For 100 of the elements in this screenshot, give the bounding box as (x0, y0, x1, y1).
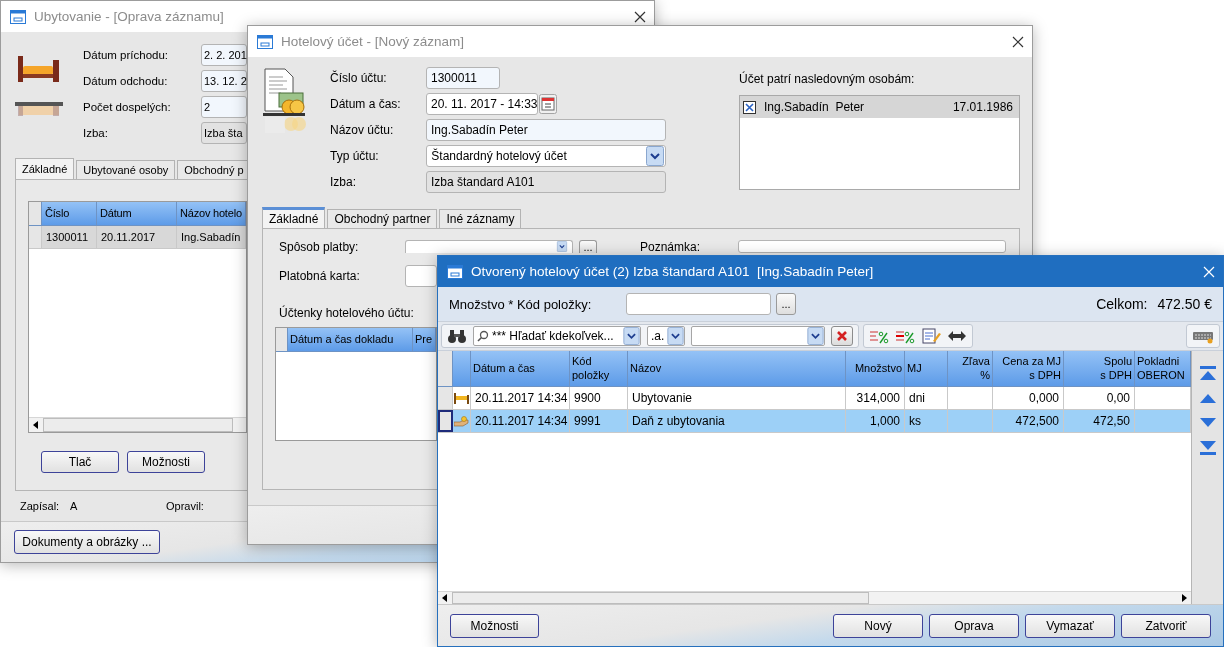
close-icon[interactable] (1012, 35, 1024, 48)
text-field[interactable]: Izba štandard A101 (426, 171, 666, 193)
button[interactable]: Oprava (929, 613, 1019, 638)
info-label: Opravil: (166, 500, 204, 512)
field-label: Číslo účtu: (330, 71, 388, 85)
tab[interactable]: Iné záznamy (439, 209, 522, 228)
field-label: Dátum a čas: (330, 97, 402, 111)
text-field[interactable] (405, 265, 437, 287)
dropdown[interactable]: *** Hľadať kdekoľvek... (473, 326, 641, 346)
table-row[interactable]: 1300011 20.11.2017 Ing.Sabadín (29, 226, 246, 249)
field-label: Izba: (83, 127, 109, 139)
hand-coin-icon (454, 415, 469, 427)
column-header[interactable]: Dátum a čas (471, 351, 570, 387)
right-arrow-icon[interactable] (1179, 593, 1189, 603)
table-cell: 0,00 (1064, 387, 1135, 409)
tab[interactable]: Základné (15, 158, 75, 179)
column-header[interactable]: Zľava % (948, 351, 993, 387)
window-icon (10, 9, 26, 24)
table-cell: ks (905, 410, 948, 432)
info-value: A (70, 500, 78, 512)
binoculars-icon[interactable] (447, 328, 467, 344)
column-header[interactable]: Množstvo (846, 351, 905, 387)
tab[interactable]: Obchodný partner (327, 209, 438, 228)
more-button[interactable]: ... (579, 240, 597, 253)
table-cell: 1300011 (42, 226, 97, 248)
text-field[interactable]: Ing.Sabadín Peter (426, 119, 666, 141)
horizontal-scrollbar[interactable] (438, 591, 1191, 604)
column-header[interactable]: Dátum (97, 202, 177, 226)
percent-remove-icon[interactable] (895, 328, 915, 344)
date-field[interactable]: 20. 11. 2017 - 14:33 (426, 93, 538, 115)
person-row[interactable]: Ing.Sabadín Peter 17.01.1986 (740, 96, 1019, 118)
search-field[interactable] (691, 326, 825, 346)
more-button[interactable]: ... (776, 293, 796, 315)
column-header[interactable]: Spolu s DPH (1064, 351, 1135, 387)
text-field[interactable]: 13. 12. 2 (201, 70, 247, 92)
text-field[interactable]: Izba šta (201, 122, 247, 144)
table-cell: dni (905, 387, 948, 409)
button[interactable]: Možnosti (450, 613, 539, 638)
edit-note-icon[interactable] (921, 328, 941, 344)
window-icon (257, 34, 273, 49)
tab[interactable]: Ubytované osoby (76, 160, 176, 179)
table-cell: Ing.Sabadín (177, 226, 246, 248)
field-label: Typ účtu: (330, 149, 380, 163)
text-field[interactable]: 2 (201, 96, 247, 118)
field-label: Množstvo * Kód položky: (449, 296, 592, 312)
section-label: Účtenky hotelového účtu: (279, 306, 414, 320)
dropdown[interactable]: .a. (647, 326, 685, 346)
button[interactable]: Tlač (41, 451, 119, 473)
percent-add-icon[interactable] (869, 328, 889, 344)
window-icon (447, 264, 463, 279)
column-header[interactable]: Názov (628, 351, 846, 387)
chevron-down-icon[interactable] (623, 327, 640, 345)
total-value: 472.50 € (1157, 296, 1212, 312)
documents-button[interactable]: Dokumenty a obrázky ... (14, 530, 160, 554)
x-icon (836, 330, 848, 342)
close-icon[interactable] (634, 10, 646, 23)
table-row[interactable]: 20.11.2017 14:34 9900 Ubytovanie 314,000 dni 0,000 0,00 (438, 387, 1191, 410)
dropdown[interactable]: Štandardný hotelový účet (426, 145, 666, 167)
note-field[interactable] (738, 240, 1006, 253)
table-cell: 0,000 (993, 387, 1064, 409)
column-header[interactable]: Kód položky (570, 351, 628, 387)
double-arrow-icon[interactable] (947, 328, 967, 344)
tab[interactable]: Základné (262, 207, 326, 228)
chevron-down-icon[interactable] (807, 327, 824, 345)
search-icon (477, 330, 489, 342)
scroll-thumb[interactable] (43, 418, 233, 432)
table-cell: 20.11.2017 14:34 (471, 410, 570, 432)
column-header[interactable]: Číslo (42, 202, 97, 226)
table-cell: 9900 (570, 387, 628, 409)
chevron-down-icon[interactable] (646, 146, 664, 166)
button[interactable]: Možnosti (127, 451, 205, 473)
button[interactable]: Nový (833, 613, 923, 638)
button[interactable]: Vymazať (1025, 613, 1115, 638)
column-header[interactable]: Pre (413, 328, 436, 352)
text-field[interactable]: 2. 2. 201 (201, 44, 247, 66)
column-header[interactable]: Názov hotelo (177, 202, 246, 226)
scroll-thumb[interactable] (452, 592, 869, 604)
header-corner (276, 328, 288, 352)
horizontal-scrollbar[interactable] (29, 417, 246, 432)
header-corner (29, 202, 42, 226)
calendar-icon[interactable] (539, 94, 557, 114)
checkbox[interactable] (743, 100, 756, 114)
left-arrow-icon[interactable] (31, 420, 41, 430)
column-header[interactable]: Dátum a čas dokladu (288, 328, 413, 352)
table-cell: 472,50 (1064, 410, 1135, 432)
left-arrow-icon[interactable] (440, 593, 450, 603)
last-arrow-icon[interactable] (1198, 440, 1217, 456)
row-selector[interactable] (438, 410, 453, 432)
table-cell: 472,500 (993, 410, 1064, 432)
field-label: Dátum príchodu: (83, 49, 169, 61)
text-field[interactable] (626, 293, 771, 315)
column-header[interactable]: Pokladni OBERON (1135, 351, 1191, 387)
chevron-down-icon[interactable] (667, 327, 685, 345)
first-arrow-icon[interactable] (1198, 365, 1217, 381)
text-field[interactable]: 1300011 (426, 67, 500, 89)
column-header[interactable]: Cena za MJ s DPH (993, 351, 1064, 387)
column-header[interactable]: MJ (905, 351, 948, 387)
table-row[interactable]: 20.11.2017 14:34 9991 Daň z ubytovania 1,000 ks 472,500 472,50 (438, 410, 1191, 433)
button[interactable]: Zatvoriť (1121, 613, 1211, 638)
clear-button[interactable] (831, 326, 853, 346)
